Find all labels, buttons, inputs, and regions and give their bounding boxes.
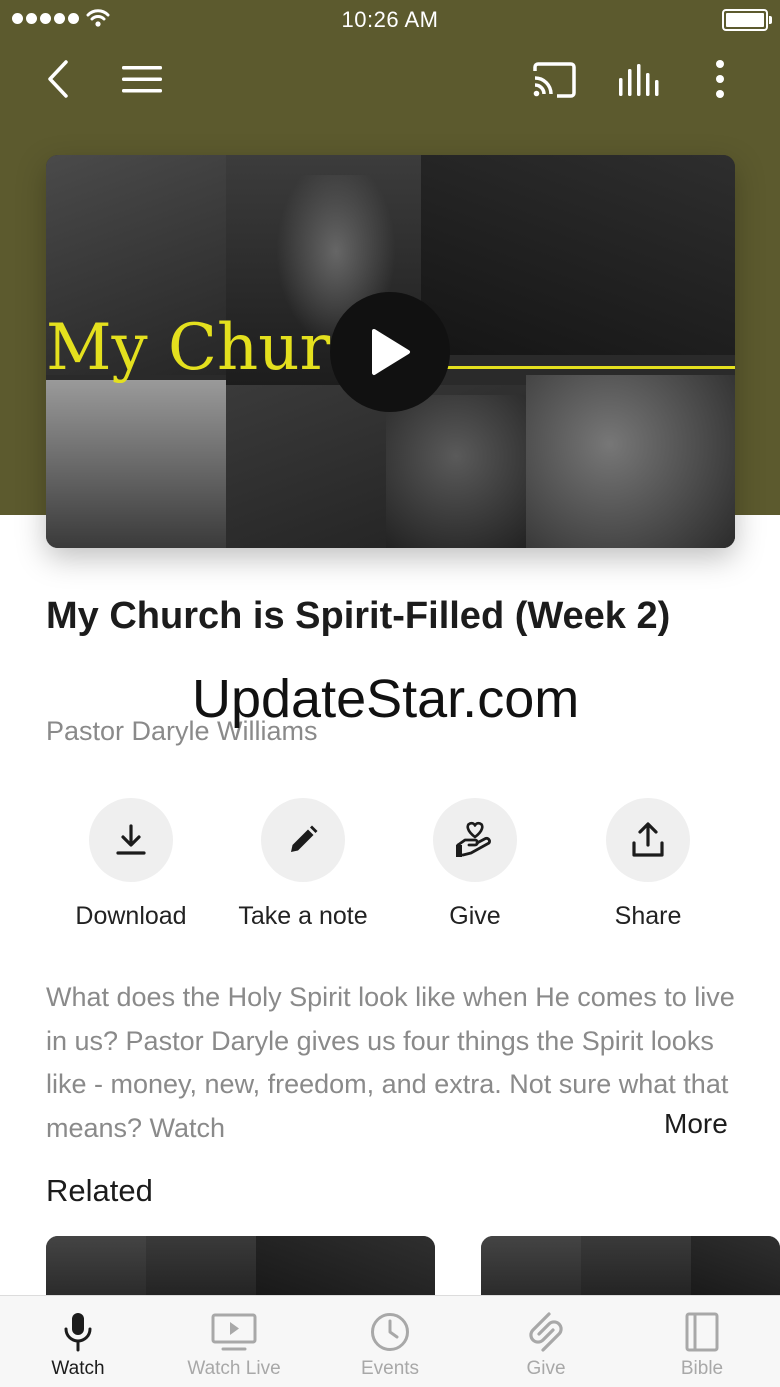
tab-events[interactable]: Events <box>312 1296 468 1387</box>
give-label: Give <box>449 902 501 930</box>
give-hand-heart-icon <box>456 821 491 857</box>
tab-bible-label: Bible <box>680 1358 724 1379</box>
download-action[interactable]: Download <box>45 798 217 931</box>
menu-button[interactable] <box>116 58 168 100</box>
back-button[interactable] <box>38 56 78 102</box>
download-label: Download <box>75 902 187 930</box>
description-fade <box>600 1108 660 1148</box>
tab-watch-live-label: Watch Live <box>187 1358 281 1379</box>
tab-bible[interactable]: Bible <box>624 1296 780 1387</box>
share-button[interactable] <box>606 798 690 882</box>
related-heading: Related <box>46 1173 153 1208</box>
tab-give[interactable]: Give <box>468 1296 624 1387</box>
take-note-label: Take a note <box>238 902 368 930</box>
download-icon <box>116 824 146 855</box>
take-note-button[interactable] <box>261 798 345 882</box>
share-icon <box>632 822 664 857</box>
take-note-action[interactable]: Take a note <box>217 798 389 931</box>
status-bar: 10:26 AM <box>0 0 780 40</box>
more-vertical-icon <box>716 60 724 98</box>
clock-icon <box>371 1313 409 1351</box>
status-time: 10:26 AM <box>341 7 439 32</box>
tv-play-icon <box>211 1313 257 1351</box>
tab-give-label: Give <box>526 1358 566 1379</box>
video-player[interactable]: My Church <box>46 155 735 548</box>
watermark: UpdateStar.com <box>192 669 580 729</box>
cast-button[interactable] <box>528 58 580 102</box>
play-icon <box>372 329 410 375</box>
tab-bar: Watch Watch Live Events Give Bible <box>0 1295 780 1387</box>
give-action[interactable]: Give <box>389 798 561 931</box>
audio-bars-icon <box>619 64 659 96</box>
tab-watch[interactable]: Watch <box>0 1296 156 1387</box>
more-link[interactable]: More <box>664 1108 728 1140</box>
share-label: Share <box>614 902 682 930</box>
book-icon <box>685 1312 719 1352</box>
menu-icon <box>122 66 162 93</box>
tab-watch-label: Watch <box>51 1358 105 1379</box>
sermon-title: My Church is Spirit-Filled (Week 2) <box>46 595 671 637</box>
more-options-button[interactable] <box>702 56 738 102</box>
download-button[interactable] <box>89 798 173 882</box>
give-swirl-icon <box>529 1312 563 1352</box>
play-button[interactable] <box>330 292 450 412</box>
video-art-line <box>441 366 735 369</box>
share-action[interactable]: Share <box>562 798 734 931</box>
pencil-icon <box>291 825 318 852</box>
audio-button[interactable] <box>612 58 664 102</box>
give-button[interactable] <box>433 798 517 882</box>
back-icon <box>48 60 68 98</box>
battery-icon <box>722 9 772 31</box>
microphone-icon <box>64 1313 92 1352</box>
tab-events-label: Events <box>360 1358 420 1379</box>
cast-icon <box>533 62 576 98</box>
tab-watch-live[interactable]: Watch Live <box>156 1296 312 1387</box>
